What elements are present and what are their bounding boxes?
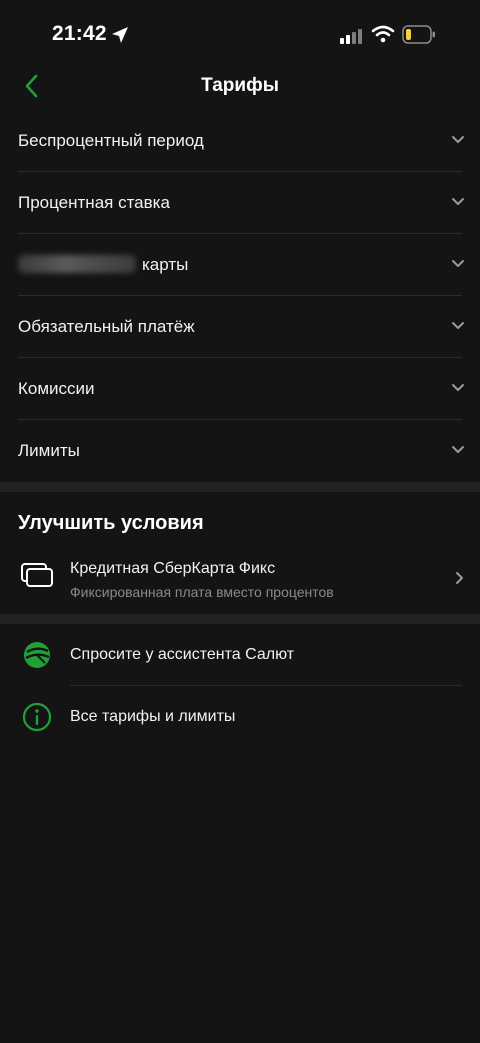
accordion-item-mandatory-payment[interactable]: Обязательный платёж [0, 296, 480, 358]
chevron-right-icon [456, 572, 463, 584]
wifi-icon [371, 25, 395, 43]
chevron-down-icon [452, 446, 464, 453]
status-time: 21:42 [52, 22, 107, 45]
offer-subtitle: Фиксированная плата вместо процентов [70, 584, 334, 600]
nav-bar: Тарифы [0, 60, 480, 112]
offer-title: Кредитная СберКарта Фикс [70, 560, 276, 577]
accordion-item-label: Обязательный платёж [18, 317, 195, 336]
accordion-item-limits[interactable]: Лимиты [0, 420, 480, 482]
blurred-text [18, 255, 136, 273]
location-arrow-icon [112, 27, 128, 43]
all-tariffs-and-limits[interactable]: Все тарифы и лимиты [0, 686, 480, 748]
accordion-item-label: Комиссии [18, 379, 95, 398]
accordion-item-card[interactable]: карты [0, 234, 480, 296]
sbercard-fix-offer[interactable]: Кредитная СберКарта Фикс Фиксированная п… [0, 552, 480, 610]
accordion-item-label: Беспроцентный период [18, 131, 204, 150]
section-separator [0, 482, 480, 492]
section-separator [0, 614, 480, 624]
page-title: Тарифы [201, 75, 279, 96]
tariff-accordion: Беспроцентный период Процентная ставка к… [0, 110, 480, 482]
chevron-down-icon [452, 384, 464, 391]
chevron-down-icon [452, 198, 464, 205]
chevron-down-icon [452, 136, 464, 143]
improve-section-title: Улучшить условия [18, 512, 204, 534]
chevron-down-icon [452, 260, 464, 267]
ask-salut-assistant[interactable]: Спросите у ассистента Салют [0, 624, 480, 686]
chevron-down-icon [452, 322, 464, 329]
battery-icon [402, 25, 435, 44]
info-icon [22, 702, 52, 732]
accordion-item-label: карты [18, 255, 188, 275]
card-stack-icon [21, 563, 53, 587]
help-list: Спросите у ассистента Салют Все тарифы и… [0, 624, 480, 748]
accordion-item-interest-rate[interactable]: Процентная ставка [0, 172, 480, 234]
accordion-item-label: Процентная ставка [18, 193, 170, 212]
cellular-signal-icon [340, 29, 362, 44]
accordion-item-label: Лимиты [18, 441, 80, 460]
help-item-label: Спросите у ассистента Салют [70, 646, 295, 663]
accordion-item-commissions[interactable]: Комиссии [0, 358, 480, 420]
salut-assistant-icon [24, 642, 50, 668]
help-item-label: Все тарифы и лимиты [70, 708, 236, 725]
accordion-item-grace-period[interactable]: Беспроцентный период [0, 110, 480, 172]
